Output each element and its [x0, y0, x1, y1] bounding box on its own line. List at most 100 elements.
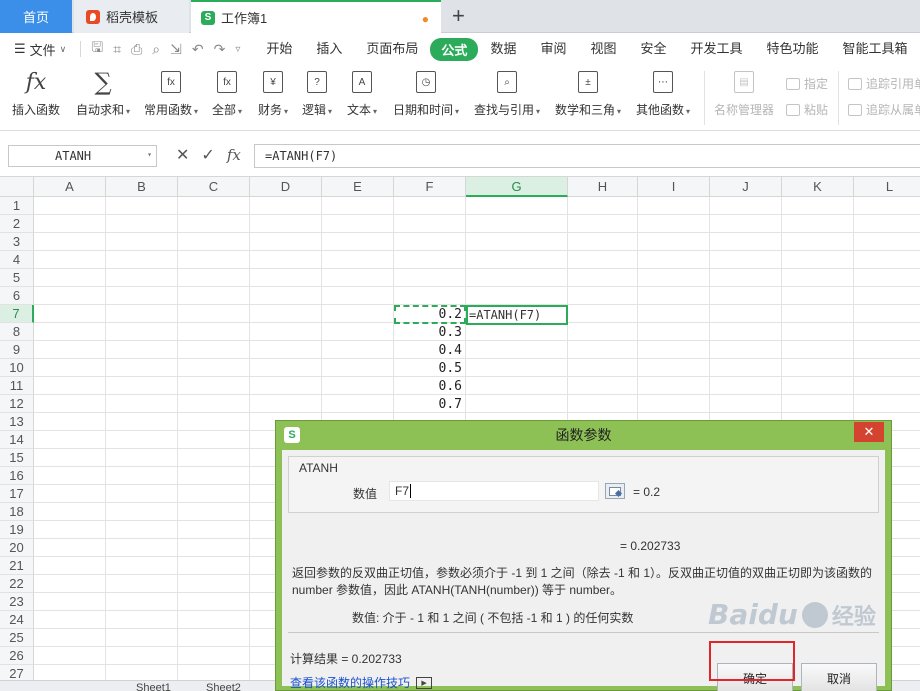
column-header[interactable]: C — [178, 177, 250, 197]
print-preview-icon[interactable]: ⌕ — [152, 41, 160, 58]
fx-icon[interactable]: fx — [227, 146, 241, 164]
menu-item[interactable]: 审阅 — [528, 38, 578, 61]
cell-value[interactable]: 0.7 — [394, 395, 466, 413]
tab-workbook[interactable]: S 工作簿1 ● — [191, 0, 441, 33]
sheet-tab[interactable]: Sheet2 — [206, 682, 241, 691]
name-manager-button[interactable]: ▤ 名称管理器 — [714, 69, 774, 118]
cell-value[interactable]: 0.4 — [394, 341, 466, 359]
formula-input[interactable]: =ATANH(F7) — [254, 144, 920, 168]
row-header[interactable]: 4 — [0, 251, 34, 269]
more-chevron-icon[interactable]: ▿ — [235, 44, 240, 55]
column-header[interactable]: J — [710, 177, 782, 197]
active-cell-g7[interactable]: =ATANH(F7) — [466, 305, 568, 325]
row-header[interactable]: 14 — [0, 431, 34, 449]
column-header[interactable]: B — [106, 177, 178, 197]
other-functions-button[interactable]: ⋯ 其他函数 ▾ — [636, 69, 690, 118]
specify-button[interactable]: 指定 — [786, 75, 828, 92]
menu-item[interactable]: 开始 — [254, 38, 304, 61]
range-picker-icon[interactable] — [605, 483, 625, 499]
lookup-button[interactable]: ⌕ 查找与引用 ▾ — [474, 69, 540, 118]
confirm-check-icon[interactable]: ✓ — [201, 145, 214, 165]
row-header[interactable]: 2 — [0, 215, 34, 233]
menu-item[interactable]: 智能工具箱 — [831, 38, 920, 61]
row-header[interactable]: 22 — [0, 575, 34, 593]
row-header[interactable]: 7 — [0, 305, 34, 323]
row-header[interactable]: 23 — [0, 593, 34, 611]
row-header[interactable]: 19 — [0, 521, 34, 539]
row-header[interactable]: 11 — [0, 377, 34, 395]
format-painter-icon[interactable]: ⌗ — [113, 41, 121, 58]
menu-item[interactable]: 公式 — [430, 37, 479, 61]
menu-item[interactable]: 安全 — [628, 38, 678, 61]
file-menu[interactable]: ☰ 文件 ∨ — [14, 40, 66, 59]
sheet-tab[interactable]: Sheet1 — [136, 682, 171, 691]
cancel-x-icon[interactable]: ✕ — [176, 145, 189, 165]
row-header[interactable]: 1 — [0, 197, 34, 215]
save-icon[interactable]: 🖫 — [91, 37, 103, 61]
row-header[interactable]: 9 — [0, 341, 34, 359]
row-header[interactable]: 21 — [0, 557, 34, 575]
row-header[interactable]: 26 — [0, 647, 34, 665]
datetime-button[interactable]: ◷ 日期和时间 ▾ — [393, 69, 459, 118]
row-header[interactable]: 27 — [0, 665, 34, 680]
row-header[interactable]: 17 — [0, 485, 34, 503]
menu-item[interactable]: 视图 — [578, 38, 628, 61]
trace-dependents-button[interactable]: 追踪从属单 — [848, 101, 920, 118]
math-button[interactable]: ± 数学和三角 ▾ — [555, 69, 621, 118]
trace-precedents-button[interactable]: 追踪引用单 — [848, 75, 920, 92]
column-header[interactable]: G — [466, 177, 568, 197]
row-header[interactable]: 20 — [0, 539, 34, 557]
name-box[interactable]: ATANH ▾ — [8, 145, 157, 167]
menu-item[interactable]: 特色功能 — [755, 38, 831, 61]
row-header[interactable]: 3 — [0, 233, 34, 251]
insert-function-button[interactable]: fx 插入函数 — [12, 69, 60, 118]
menu-item[interactable]: 数据 — [478, 38, 528, 61]
row-header[interactable]: 12 — [0, 395, 34, 413]
row-header[interactable]: 25 — [0, 629, 34, 647]
text-button[interactable]: A 文本 ▾ — [347, 69, 377, 118]
common-functions-button[interactable]: fx 常用函数 ▾ — [144, 69, 198, 118]
column-header[interactable]: F — [394, 177, 466, 197]
main-menus: 开始 插入 页面布局 公式 数据 审阅 视图 安全 开发工具 特色功能 智能工具箱 — [254, 37, 920, 61]
column-header[interactable]: A — [34, 177, 106, 197]
menu-item[interactable]: 页面布局 — [354, 38, 430, 61]
column-header[interactable]: H — [568, 177, 638, 197]
row-header[interactable]: 6 — [0, 287, 34, 305]
column-header[interactable]: L — [854, 177, 920, 197]
all-functions-button[interactable]: fx 全部 ▾ — [212, 69, 242, 118]
tab-daoke-template[interactable]: 稻壳模板 — [74, 0, 189, 33]
menu-item[interactable]: 开发工具 — [679, 38, 755, 61]
cancel-button[interactable]: 取消 — [801, 663, 877, 691]
row-header[interactable]: 13 — [0, 413, 34, 431]
autosum-button[interactable]: ∑ 自动求和 ▾ — [76, 68, 130, 118]
menu-item[interactable]: 插入 — [304, 38, 354, 61]
finance-button[interactable]: ¥ 财务 ▾ — [258, 69, 288, 118]
row-header[interactable]: 10 — [0, 359, 34, 377]
export-icon[interactable]: ⇲ — [170, 41, 182, 58]
help-link[interactable]: 查看该函数的操作技巧 ▶ — [290, 674, 433, 691]
column-header[interactable]: K — [782, 177, 854, 197]
chevron-down-icon[interactable]: ▾ — [147, 150, 152, 159]
cell-value[interactable]: 0.3 — [394, 323, 466, 341]
print-icon[interactable]: ⎙ — [131, 41, 142, 58]
redo-icon[interactable]: ↷ — [214, 41, 226, 58]
tab-home[interactable]: 首页 — [0, 0, 72, 33]
column-header[interactable]: I — [638, 177, 710, 197]
column-header[interactable]: D — [250, 177, 322, 197]
close-icon[interactable]: ✕ — [854, 422, 884, 442]
row-header[interactable]: 18 — [0, 503, 34, 521]
number-argument-input[interactable]: F7 — [389, 481, 599, 501]
row-header[interactable]: 5 — [0, 269, 34, 287]
row-header[interactable]: 8 — [0, 323, 34, 341]
select-all-corner[interactable] — [0, 177, 34, 197]
paste-button[interactable]: 粘贴 — [786, 101, 828, 118]
row-header[interactable]: 24 — [0, 611, 34, 629]
row-header[interactable]: 15 — [0, 449, 34, 467]
logic-button[interactable]: ? 逻辑 ▾ — [302, 69, 332, 118]
column-header[interactable]: E — [322, 177, 394, 197]
row-header[interactable]: 16 — [0, 467, 34, 485]
cell-value[interactable]: 0.5 — [394, 359, 466, 377]
undo-icon[interactable]: ↶ — [192, 41, 204, 58]
cell-value[interactable]: 0.6 — [394, 377, 466, 395]
new-tab-plus-icon[interactable]: + — [452, 3, 465, 29]
